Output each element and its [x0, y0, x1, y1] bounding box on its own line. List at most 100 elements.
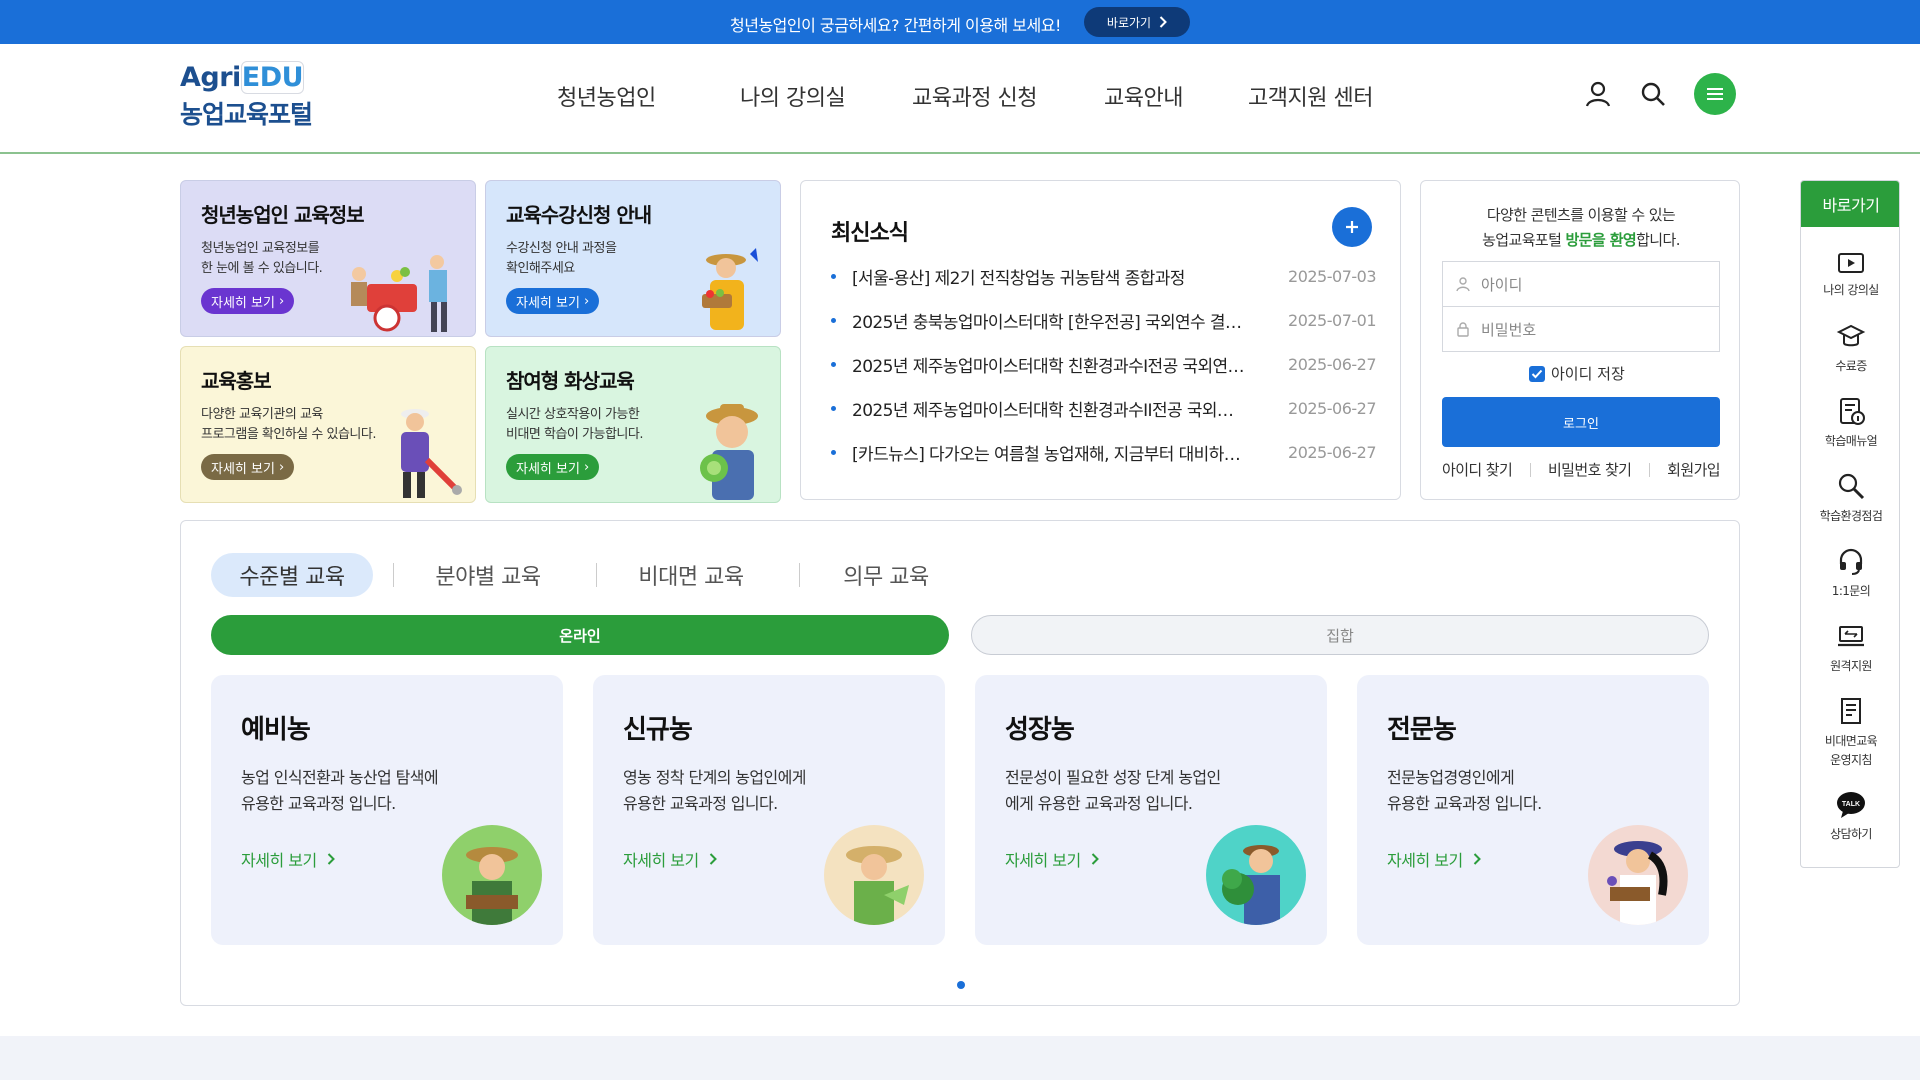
login-welcome-message: 다양한 콘텐츠를 이용할 수 있는 농업교육포털 방문을 환영합니다.	[1482, 206, 1680, 249]
nav-young-farmer[interactable]: 청년농업인	[557, 80, 656, 112]
graduation-cap-icon	[1836, 324, 1866, 347]
logo[interactable]: AgriEDU	[180, 61, 305, 94]
farmer-with-trimmer-illustration	[401, 409, 462, 498]
promo-title: 교육홍보	[201, 369, 272, 393]
divider	[596, 563, 597, 587]
promo-card-education-promotion[interactable]: 교육홍보 다양한 교육기관의 교육 프로그램을 확인하실 수 있습니다. 자세히 …	[180, 346, 476, 503]
nav-customer-support[interactable]: 고객지원 센터	[1248, 80, 1373, 112]
promo-desc: 다양한 교육기관의 교육 프로그램을 확인하실 수 있습니다.	[201, 407, 376, 442]
level-card-expert[interactable]: 전문농 전문농업경영인에게 유용한 교육과정 입니다. 자세히 보기	[1357, 675, 1709, 945]
news-item[interactable]: 2025년 제주농업마이스터대학 친환경과수II전공 국외연수 결과 2025-0…	[831, 393, 1376, 423]
divider	[799, 563, 800, 587]
checkbox-checked-icon	[1529, 365, 1545, 382]
quick-label: 나의 강의실	[1823, 283, 1879, 297]
quick-my-classroom[interactable]: 나의 강의실	[1801, 251, 1899, 300]
footer-band	[0, 1036, 1920, 1080]
level-card-growing[interactable]: 성장농 전문성이 필요한 성장 단계 농업인 에게 유용한 교육과정 입니다. 자…	[975, 675, 1327, 945]
password-input-placeholder: 비밀번호	[1481, 320, 1537, 339]
signup-link[interactable]: 회원가입	[1667, 459, 1720, 480]
tab-mandatory-education[interactable]: 의무 교육	[821, 553, 951, 597]
divider	[393, 563, 394, 587]
toggle-offline[interactable]: 집합	[971, 615, 1709, 655]
find-id-link[interactable]: 아이디 찾기	[1442, 459, 1513, 480]
farmer-avatar-illustration	[824, 825, 924, 925]
divider	[1648, 462, 1650, 477]
level-title: 예비농	[241, 715, 311, 745]
nav-course-application[interactable]: 교육과정 신청	[912, 80, 1037, 112]
farmer-with-basket-illustration	[702, 248, 758, 330]
lock-icon	[1457, 322, 1469, 337]
nav-education-guide[interactable]: 교육안내	[1104, 80, 1183, 112]
quick-consultation[interactable]: TALK 상담하기	[1801, 791, 1899, 844]
login-button[interactable]: 로그인	[1442, 397, 1720, 447]
chevron-right-icon: ›	[583, 459, 590, 475]
logo-subtitle[interactable]: 농업교육포털	[180, 95, 313, 131]
promo-card-video-education[interactable]: 참여형 화상교육 실시간 상호작용이 가능한 비대면 학습이 가능합니다. 자세히…	[485, 346, 781, 503]
chevron-right-icon	[709, 853, 717, 865]
tab-online-education[interactable]: 비대면 교육	[616, 553, 766, 597]
level-detail-link[interactable]: 자세히 보기	[241, 847, 335, 871]
hamburger-icon	[1707, 88, 1723, 100]
level-detail-link[interactable]: 자세히 보기	[1387, 847, 1481, 871]
news-item-date: 2025-07-01	[1288, 310, 1376, 330]
id-input-placeholder: 아이디	[1481, 275, 1523, 294]
news-item[interactable]: 2025년 제주농업마이스터대학 친환경과수I전공 국외연수 결과 2025-06…	[831, 349, 1376, 379]
divider	[1529, 462, 1531, 477]
farmer-avatar-illustration	[1206, 825, 1306, 925]
quick-links-title: 바로가기	[1801, 181, 1899, 227]
promo-detail-button[interactable]: 자세히 보기 ›	[506, 288, 600, 314]
save-id-checkbox[interactable]: 아이디 저장	[1529, 363, 1625, 384]
level-desc: 전문성이 필요한 성장 단계 농업인 에게 유용한 교육과정 입니다.	[1005, 768, 1221, 813]
password-input[interactable]: 비밀번호	[1442, 306, 1720, 352]
promo-detail-button[interactable]: 자세히 보기 ›	[506, 454, 600, 480]
user-icon[interactable]	[1581, 78, 1615, 112]
level-card-new[interactable]: 신규농 영농 정착 단계의 농업인에게 유용한 교육과정 입니다. 자세히 보기	[593, 675, 945, 945]
tab-level-education[interactable]: 수준별 교육	[211, 553, 373, 597]
level-desc: 전문농업경영인에게 유용한 교육과정 입니다.	[1387, 768, 1542, 813]
nav-my-classroom[interactable]: 나의 강의실	[740, 80, 846, 112]
farmer-avatar-illustration	[1588, 825, 1688, 925]
logo-edu: EDU	[240, 61, 305, 94]
find-password-link[interactable]: 비밀번호 찾기	[1548, 459, 1632, 480]
promo-card-young-farmer[interactable]: 청년농업인 교육정보 청년농업인 교육정보를 한 눈에 볼 수 있습니다. 자세히…	[180, 180, 476, 337]
news-item[interactable]: 2025년 충북농업마이스터대학 [한우전공] 국외연수 결과보고 2025-07…	[831, 305, 1376, 335]
hamburger-menu-button[interactable]	[1694, 73, 1736, 115]
news-more-button[interactable]	[1332, 207, 1372, 247]
toggle-online[interactable]: 온라인	[211, 615, 949, 655]
quick-label: 비대면교육 운영지침	[1824, 734, 1878, 767]
quick-learning-manual[interactable]: 학습매뉴얼	[1801, 396, 1899, 451]
talk-icon: TALK	[1837, 792, 1865, 818]
promo-detail-button[interactable]: 자세히 보기 ›	[201, 454, 295, 480]
level-desc: 농업 인식전환과 농산업 탐색에 유용한 교육과정 입니다.	[241, 768, 439, 813]
quick-inquiry[interactable]: 1:1문의	[1801, 546, 1899, 601]
quick-environment-check[interactable]: 학습환경점검	[1801, 471, 1899, 526]
quick-remote-support[interactable]: 원격지원	[1801, 621, 1899, 676]
news-item[interactable]: [서울-용산] 제2기 전직창업농 귀농탐색 종합과정 2025-07-03	[831, 261, 1376, 291]
promo-card-course-application-guide[interactable]: 교육수강신청 안내 수강신청 안내 과정을 확인해주세요 자세히 보기 ›	[485, 180, 781, 337]
promo-detail-button[interactable]: 자세히 보기 ›	[201, 288, 295, 314]
bullet-icon	[831, 273, 836, 279]
svg-text:TALK: TALK	[1842, 801, 1860, 808]
promo-title: 교육수강신청 안내	[506, 203, 652, 227]
bullet-icon	[831, 405, 836, 411]
id-input[interactable]: 아이디	[1442, 261, 1720, 307]
quick-label: 1:1문의	[1831, 584, 1871, 598]
quick-online-education-guideline[interactable]: 비대면교육 운영지침	[1801, 696, 1899, 770]
level-detail-link[interactable]: 자세히 보기	[1005, 847, 1099, 871]
promo-desc: 수강신청 안내 과정을 확인해주세요	[506, 241, 617, 276]
news-item[interactable]: [카드뉴스] 다가오는 여름철 농업재해, 지금부터 대비하세요 2025-06-…	[831, 437, 1376, 467]
level-card-prospective[interactable]: 예비농 농업 인식전환과 농산업 탐색에 유용한 교육과정 입니다. 자세히 보기	[211, 675, 563, 945]
bullet-icon	[831, 317, 836, 323]
search-icon[interactable]	[1636, 78, 1670, 112]
quick-links-sidebar: 바로가기 나의 강의실 수료증 학습매뉴얼 학습환경점검 1:1문의 원격지원 …	[1800, 180, 1900, 868]
top-banner-button[interactable]: 바로가기	[1084, 7, 1190, 37]
user-icon	[1456, 277, 1470, 292]
level-detail-link[interactable]: 자세히 보기	[623, 847, 717, 871]
save-id-label: 아이디 저장	[1551, 365, 1625, 383]
tab-field-education[interactable]: 분야별 교육	[413, 553, 563, 597]
news-item-date: 2025-07-03	[1288, 266, 1376, 286]
carousel-pager-dot[interactable]	[957, 981, 965, 989]
chevron-right-icon	[1159, 16, 1167, 28]
quick-certificate[interactable]: 수료증	[1801, 321, 1899, 376]
document-icon	[1841, 698, 1861, 724]
